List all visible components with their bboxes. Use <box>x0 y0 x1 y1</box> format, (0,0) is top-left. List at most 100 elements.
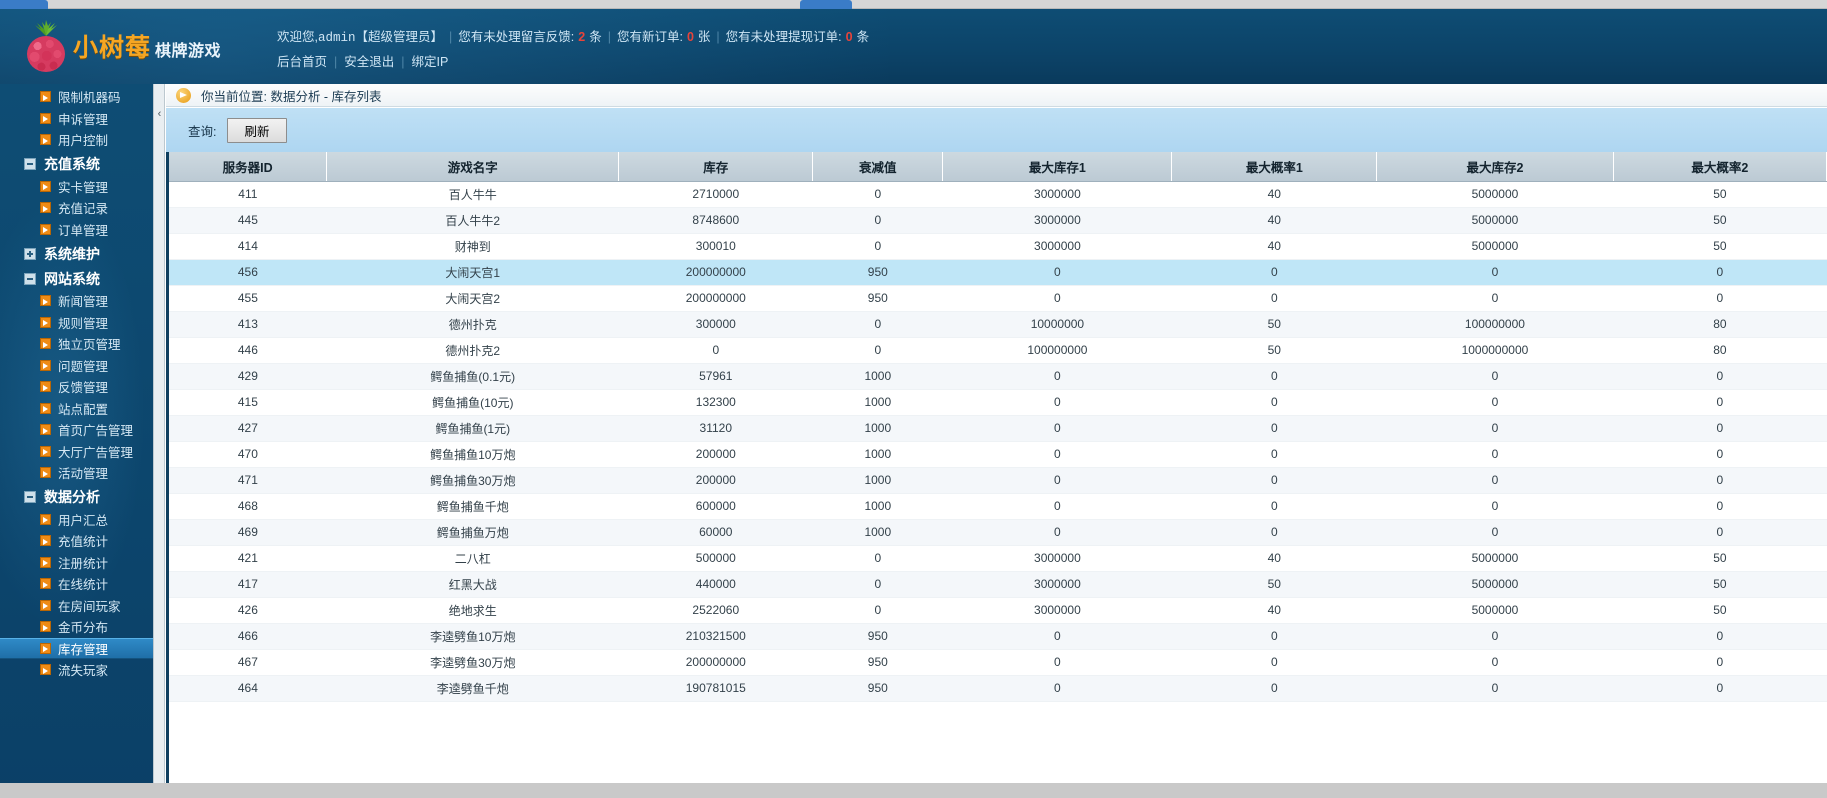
column-header-7[interactable]: 最大概率2 <box>1613 152 1827 182</box>
table-row[interactable]: 468 鳄鱼捕鱼千炮 600000 1000 0 0 0 0 <box>169 493 1827 520</box>
cell-id: 468 <box>169 493 327 520</box>
table-row[interactable]: 429 鳄鱼捕鱼(0.1元) 57961 1000 0 0 0 0 <box>169 363 1827 390</box>
link-logout[interactable]: 安全退出 <box>344 55 394 69</box>
bullet-arrow-icon <box>40 578 51 590</box>
table-row[interactable]: 415 鳄鱼捕鱼(10元) 132300 1000 0 0 0 0 <box>169 389 1827 416</box>
sidebar-item-1[interactable]: 申诉管理 <box>0 108 153 130</box>
sidebar-item-20[interactable]: 充值统计 <box>0 530 153 552</box>
sidebar-splitter[interactable]: ‹ <box>153 84 165 798</box>
column-header-4[interactable]: 最大库存1 <box>942 152 1173 182</box>
cell-decay: 0 <box>812 311 943 338</box>
sidebar-item-15[interactable]: 首页广告管理 <box>0 419 153 441</box>
column-header-5[interactable]: 最大概率1 <box>1171 152 1378 182</box>
cell-id: 467 <box>169 649 327 676</box>
sidebar-item-10[interactable]: 规则管理 <box>0 312 153 334</box>
sidebar-group-3[interactable]: 充值系统 <box>0 153 153 176</box>
link-bind-ip[interactable]: 绑定IP <box>412 55 449 69</box>
table-row[interactable]: 467 李逵劈鱼30万炮 200000000 950 0 0 0 0 <box>169 649 1827 676</box>
collapse-minus-icon[interactable] <box>24 158 36 170</box>
collapse-minus-icon[interactable] <box>24 272 36 285</box>
site-logo[interactable]: 小树莓 棋牌游戏 <box>24 13 239 79</box>
table-row[interactable]: 413 德州扑克 300000 0 10000000 50 100000000 80 <box>169 311 1827 338</box>
breadcrumb-bar: 你当前位置: 数据分析 - 库存列表 <box>166 84 1827 107</box>
sidebar-item-25[interactable]: 库存管理 <box>0 637 153 659</box>
table-row[interactable]: 466 李逵劈鱼10万炮 210321500 950 0 0 0 0 <box>169 623 1827 650</box>
table-row[interactable]: 469 鳄鱼捕鱼万炮 60000 1000 0 0 0 0 <box>169 519 1827 546</box>
collapse-minus-icon[interactable] <box>24 491 36 503</box>
cell-mp2: 0 <box>1613 389 1827 416</box>
column-header-6[interactable]: 最大库存2 <box>1376 152 1614 182</box>
bullet-arrow-icon <box>40 381 51 393</box>
cell-ms2: 5000000 <box>1376 571 1614 598</box>
table-row[interactable]: 421 二八杠 500000 0 3000000 40 5000000 50 <box>169 545 1827 572</box>
browser-tab-active[interactable] <box>800 0 852 9</box>
table-row[interactable]: 411 百人牛牛 2710000 0 3000000 40 5000000 50 <box>169 181 1827 208</box>
sidebar-item-11[interactable]: 独立页管理 <box>0 333 153 355</box>
cell-name: 鳄鱼捕鱼(0.1元) <box>326 363 619 390</box>
refresh-button[interactable]: 刷新 <box>227 117 287 143</box>
cell-ms2: 0 <box>1376 389 1614 416</box>
sidebar-item-label: 充值统计 <box>58 535 109 550</box>
sidebar-group-7[interactable]: 系统维护 <box>0 242 153 265</box>
cell-ms1: 0 <box>942 259 1172 286</box>
column-header-2[interactable]: 库存 <box>618 152 814 182</box>
sidebar-item-label: 首页广告管理 <box>58 424 134 439</box>
link-backend-home[interactable]: 后台首页 <box>277 55 327 69</box>
sidebar-item-16[interactable]: 大厅广告管理 <box>0 441 153 463</box>
sidebar-item-9[interactable]: 新闻管理 <box>0 290 153 312</box>
table-row[interactable]: 426 绝地求生 2522060 0 3000000 40 5000000 50 <box>169 597 1827 624</box>
cell-mp1: 40 <box>1171 181 1377 208</box>
cell-stock: 0 <box>618 337 813 364</box>
table-row[interactable]: 417 红黑大战 440000 0 3000000 50 5000000 50 <box>169 571 1827 598</box>
cell-ms1: 3000000 <box>942 233 1172 260</box>
cell-mp1: 50 <box>1171 311 1377 338</box>
sidebar-item-12[interactable]: 问题管理 <box>0 355 153 377</box>
cell-mp1: 0 <box>1171 623 1377 650</box>
sidebar-item-2[interactable]: 用户控制 <box>0 129 153 151</box>
table-row[interactable]: 455 大闹天宫2 200000000 950 0 0 0 0 <box>169 285 1827 312</box>
sidebar-item-17[interactable]: 活动管理 <box>0 462 153 484</box>
table-row[interactable]: 471 鳄鱼捕鱼30万炮 200000 1000 0 0 0 0 <box>169 467 1827 494</box>
column-header-0[interactable]: 服务器ID <box>169 152 328 182</box>
sidebar-item-label: 订单管理 <box>58 223 109 238</box>
cell-name: 大闹天宫1 <box>326 259 619 286</box>
sidebar-item-21[interactable]: 注册统计 <box>0 552 153 574</box>
cell-ms1: 0 <box>942 415 1172 442</box>
sidebar-group-8[interactable]: 网站系统 <box>0 267 153 290</box>
table-row[interactable]: 446 德州扑克2 0 0 100000000 50 1000000000 80 <box>169 337 1827 364</box>
table-row[interactable]: 427 鳄鱼捕鱼(1元) 31120 1000 0 0 0 0 <box>169 415 1827 442</box>
cell-name: 二八杠 <box>326 545 619 572</box>
cell-mp2: 0 <box>1613 623 1827 650</box>
browser-tab-left[interactable] <box>0 0 48 9</box>
sidebar-item-4[interactable]: 实卡管理 <box>0 176 153 198</box>
cell-mp1: 40 <box>1171 545 1377 572</box>
sidebar-item-23[interactable]: 在房间玩家 <box>0 595 153 617</box>
table-row[interactable]: 445 百人牛牛2 8748600 0 3000000 40 5000000 50 <box>169 207 1827 234</box>
sidebar-item-14[interactable]: 站点配置 <box>0 398 153 420</box>
cell-ms2: 0 <box>1376 493 1614 520</box>
collapse-sidebar-icon[interactable]: ‹ <box>155 106 164 122</box>
sidebar-item-6[interactable]: 订单管理 <box>0 219 153 241</box>
column-header-1[interactable]: 游戏名字 <box>326 152 620 182</box>
table-row[interactable]: 470 鳄鱼捕鱼10万炮 200000 1000 0 0 0 0 <box>169 441 1827 468</box>
expand-plus-icon[interactable] <box>24 247 36 260</box>
table-row[interactable]: 456 大闹天宫1 200000000 950 0 0 0 0 <box>169 259 1827 286</box>
sidebar-item-24[interactable]: 金币分布 <box>0 616 153 638</box>
sidebar-item-26[interactable]: 流失玩家 <box>0 659 153 681</box>
cell-stock: 31120 <box>618 415 813 442</box>
cell-name: 大闹天宫2 <box>326 285 619 312</box>
cell-decay: 0 <box>812 181 943 208</box>
cell-stock: 200000000 <box>618 259 813 286</box>
sidebar-item-22[interactable]: 在线统计 <box>0 573 153 595</box>
sidebar-item-13[interactable]: 反馈管理 <box>0 376 153 398</box>
sidebar-item-5[interactable]: 充值记录 <box>0 197 153 219</box>
cell-mp1: 40 <box>1171 233 1377 260</box>
cell-id: 421 <box>169 545 327 572</box>
table-row[interactable]: 464 李逵劈鱼千炮 190781015 950 0 0 0 0 <box>169 675 1827 702</box>
column-header-3[interactable]: 衰减值 <box>812 152 944 182</box>
withdraw-label: 您有未处理提现订单: <box>725 30 842 44</box>
sidebar-item-0[interactable]: 限制机器码 <box>0 86 153 108</box>
sidebar-item-19[interactable]: 用户汇总 <box>0 509 153 531</box>
table-row[interactable]: 414 财神到 300010 0 3000000 40 5000000 50 <box>169 233 1827 260</box>
sidebar-group-18[interactable]: 数据分析 <box>0 486 153 509</box>
